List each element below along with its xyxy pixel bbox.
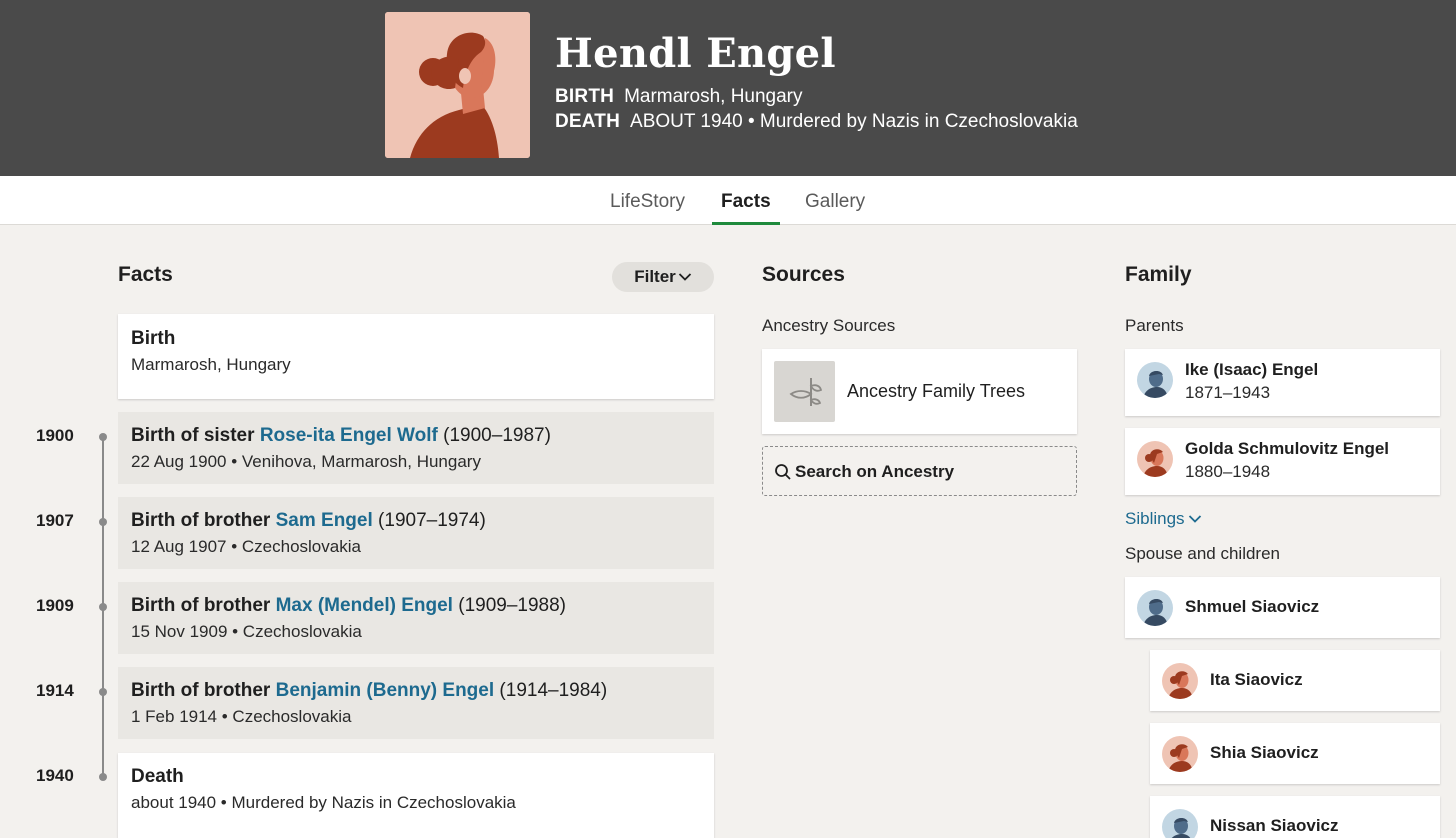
fact-detail: 15 Nov 1909 • Czechoslovakia <box>131 622 362 641</box>
timeline-year: 1907 <box>36 511 74 530</box>
fact-detail: about 1940 • Murdered by Nazis in Czecho… <box>131 793 516 812</box>
timeline-year: 1900 <box>36 426 74 445</box>
parents-label: Parents <box>1125 316 1184 335</box>
male-avatar-icon <box>1137 590 1173 626</box>
timeline-dot <box>99 688 107 696</box>
ancestry-sources-label: Ancestry Sources <box>762 316 896 335</box>
fact-card-brother-birth[interactable]: Birth of brother Max (Mendel) Engel (190… <box>118 582 714 654</box>
female-avatar-icon <box>1162 663 1198 699</box>
fact-lifespan: (1909–1988) <box>452 595 567 616</box>
fact-detail: 1 Feb 1914 • Czechoslovakia <box>131 707 352 726</box>
fact-card-death[interactable]: Death about 1940 • Murdered by Nazis in … <box>118 753 714 838</box>
leaf-icon <box>774 361 835 422</box>
death-summary: DEATH ABOUT 1940 • Murdered by Nazis in C… <box>555 111 1078 133</box>
fact-card-sister-birth[interactable]: Birth of sister Rose-ita Engel Wolf (190… <box>118 412 714 484</box>
person-header: Hendl Engel BIRTH Marmarosh, Hungary DEAT… <box>0 0 1456 176</box>
facts-heading: Facts <box>118 263 173 286</box>
spouse-children-label: Spouse and children <box>1125 544 1281 563</box>
fact-title: Birth of brother <box>131 510 276 531</box>
relative-link[interactable]: Sam Engel <box>276 510 373 531</box>
person-name: Ita Siaovicz <box>1210 670 1303 689</box>
timeline-year: 1914 <box>36 681 74 700</box>
male-avatar-icon <box>1137 362 1173 398</box>
birth-label: BIRTH <box>555 86 615 107</box>
fact-card-brother-birth[interactable]: Birth of brother Sam Engel (1907–1974) 1… <box>118 497 714 569</box>
ancestry-family-trees-label: Ancestry Family Trees <box>847 381 1026 401</box>
death-value: ABOUT 1940 • Murdered by Nazis in Czecho… <box>630 111 1078 132</box>
death-label: DEATH <box>555 111 621 132</box>
tab-facts[interactable]: Facts <box>712 176 780 225</box>
timeline-dot <box>99 518 107 526</box>
person-name: Hendl Engel <box>555 30 836 77</box>
fact-lifespan: (1900–1987) <box>437 425 551 446</box>
relative-link[interactable]: Max (Mendel) Engel <box>276 595 453 616</box>
timeline-year: 1909 <box>36 596 74 615</box>
fact-card-birth[interactable]: Birth Marmarosh, Hungary <box>118 314 714 399</box>
parent-card-mother[interactable]: Golda Schmulovitz Engel 1880–1948 <box>1125 428 1440 495</box>
relative-link[interactable]: Rose-ita Engel Wolf <box>260 425 438 446</box>
timeline-dot <box>99 773 107 781</box>
person-name: Shia Siaovicz <box>1210 743 1319 762</box>
tab-gallery[interactable]: Gallery <box>805 176 865 224</box>
tab-bar: LifeStory Facts Gallery <box>0 176 1456 225</box>
person-name: Shmuel Siaovicz <box>1185 597 1320 616</box>
chevron-down-icon <box>678 273 691 281</box>
ancestry-family-trees-card[interactable]: Ancestry Family Trees <box>762 349 1077 434</box>
fact-title: Death <box>131 766 184 787</box>
siblings-label: Siblings <box>1125 509 1185 528</box>
female-silhouette-icon <box>385 12 530 158</box>
fact-title: Birth of brother <box>131 680 276 701</box>
person-lifespan: 1871–1943 <box>1185 383 1271 402</box>
fact-lifespan: (1907–1974) <box>372 510 486 531</box>
female-avatar-icon <box>1137 441 1173 477</box>
chevron-down-icon <box>1188 515 1201 523</box>
fact-lifespan: (1914–1984) <box>494 680 608 701</box>
person-name: Golda Schmulovitz Engel <box>1185 439 1390 458</box>
family-heading: Family <box>1125 263 1192 286</box>
fact-detail: 12 Aug 1907 • Czechoslovakia <box>131 537 361 556</box>
parent-card-father[interactable]: Ike (Isaac) Engel 1871–1943 <box>1125 349 1440 416</box>
child-card[interactable]: Shia Siaovicz <box>1150 723 1440 784</box>
filter-button[interactable]: Filter <box>612 262 714 292</box>
child-card[interactable]: Nissan Siaovicz <box>1150 796 1440 838</box>
birth-value: Marmarosh, Hungary <box>624 86 803 107</box>
birth-summary: BIRTH Marmarosh, Hungary <box>555 86 803 108</box>
fact-card-brother-birth[interactable]: Birth of brother Benjamin (Benny) Engel … <box>118 667 714 739</box>
timeline-year: 1940 <box>36 766 74 785</box>
timeline-dot <box>99 433 107 441</box>
tab-lifestory[interactable]: LifeStory <box>610 176 685 224</box>
timeline-dot <box>99 603 107 611</box>
search-on-ancestry-label: Search on Ancestry <box>795 462 955 481</box>
relative-link[interactable]: Benjamin (Benny) Engel <box>276 680 495 701</box>
female-avatar-icon <box>1162 736 1198 772</box>
search-on-ancestry-button[interactable]: Search on Ancestry <box>762 446 1077 496</box>
fact-title: Birth <box>131 328 176 349</box>
fact-detail: Marmarosh, Hungary <box>131 355 291 374</box>
search-icon <box>775 464 791 480</box>
fact-title: Birth of sister <box>131 425 260 446</box>
male-avatar-icon <box>1162 809 1198 838</box>
person-name: Ike (Isaac) Engel <box>1185 360 1319 379</box>
person-lifespan: 1880–1948 <box>1185 462 1271 481</box>
siblings-toggle[interactable]: Siblings <box>1125 509 1202 529</box>
fact-title: Birth of brother <box>131 595 276 616</box>
fact-detail: 22 Aug 1900 • Venihova, Marmarosh, Hunga… <box>131 452 481 471</box>
child-card[interactable]: Ita Siaovicz <box>1150 650 1440 711</box>
filter-label: Filter <box>634 267 676 286</box>
person-name: Nissan Siaovicz <box>1210 816 1339 835</box>
sources-heading: Sources <box>762 263 845 286</box>
spouse-card[interactable]: Shmuel Siaovicz <box>1125 577 1440 638</box>
